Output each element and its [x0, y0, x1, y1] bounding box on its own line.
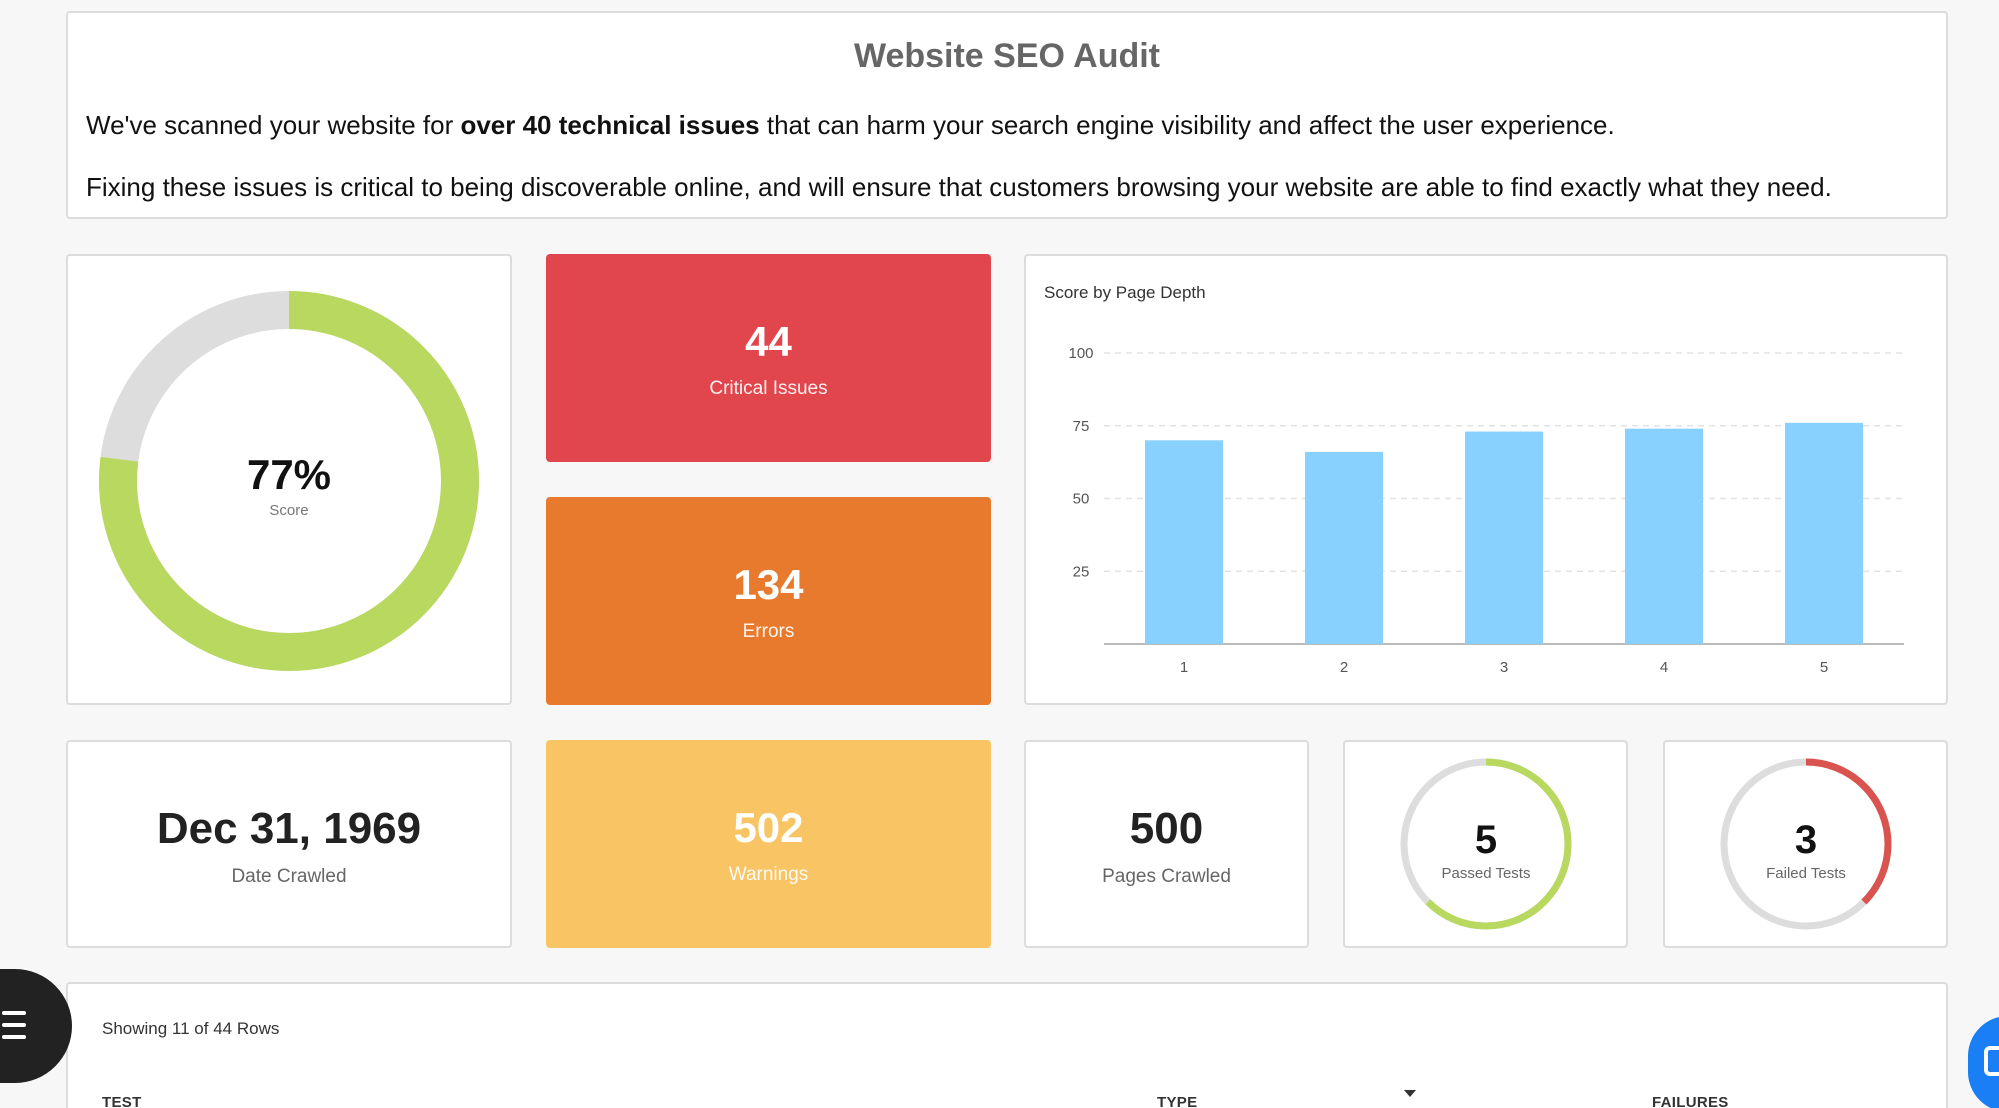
errors-count: 134 — [733, 561, 804, 608]
bar — [1465, 431, 1543, 644]
failed-tests-card[interactable]: 3 Failed Tests — [1663, 740, 1948, 948]
warnings-tile[interactable]: 502 Warnings — [546, 740, 991, 948]
y-tick-label: 50 — [1073, 491, 1090, 508]
column-header-failures[interactable]: FAILURES — [1652, 1094, 1729, 1108]
column-header-test[interactable]: TEST — [102, 1094, 142, 1108]
passed-tests-card[interactable]: 5 Passed Tests — [1343, 740, 1628, 948]
date-crawled-label: Date Crawled — [231, 866, 347, 887]
bar — [1625, 428, 1703, 644]
pages-crawled-value: 500 — [1129, 804, 1204, 853]
bar — [1145, 440, 1223, 644]
failed-tests-ring: 3 Failed Tests — [1720, 758, 1892, 930]
critical-issues-count: 44 — [745, 318, 792, 365]
score-card: 77% Score — [66, 254, 512, 705]
sort-caret-icon[interactable] — [1404, 1090, 1416, 1097]
score-value: 77% — [247, 451, 331, 498]
intro-panel: Website SEO Audit We've scanned your web… — [66, 11, 1948, 219]
chat-icon — [1984, 1046, 1999, 1076]
intro-paragraph-1: We've scanned your website for over 40 t… — [86, 110, 1928, 141]
errors-tile[interactable]: 134 Errors — [546, 497, 991, 705]
menu-button[interactable] — [0, 969, 72, 1083]
passed-tests-value: 5 — [1475, 818, 1497, 862]
results-table-card: Showing 11 of 44 Rows TEST TYPE FAILURES — [66, 982, 1948, 1108]
score-label: Score — [269, 502, 308, 519]
page-title: Website SEO Audit — [853, 37, 1161, 75]
column-header-type[interactable]: TYPE — [1157, 1094, 1197, 1108]
critical-issues-tile[interactable]: 44 Critical Issues — [546, 254, 991, 462]
x-tick-label: 3 — [1500, 659, 1508, 676]
passed-tests-label: Passed Tests — [1442, 865, 1531, 882]
failed-tests-label: Failed Tests — [1766, 865, 1846, 882]
y-tick-label: 100 — [1068, 345, 1093, 362]
failed-tests-value: 3 — [1795, 818, 1817, 862]
intro-text-pre: We've scanned your website for — [86, 110, 461, 140]
critical-issues-label: Critical Issues — [709, 378, 828, 399]
intro-text-post: that can harm your search engine visibil… — [759, 110, 1615, 140]
bar — [1785, 422, 1863, 644]
x-tick-label: 4 — [1660, 659, 1668, 676]
pages-crawled-card: 500 Pages Crawled — [1024, 740, 1309, 948]
passed-tests-ring: 5 Passed Tests — [1400, 758, 1572, 930]
intro-paragraph-2: Fixing these issues is critical to being… — [86, 172, 1832, 202]
date-crawled-value: Dec 31, 1969 — [156, 804, 422, 853]
pages-crawled-label: Pages Crawled — [1102, 866, 1231, 887]
x-tick-label: 1 — [1180, 659, 1188, 676]
y-tick-label: 75 — [1073, 418, 1090, 435]
y-tick-label: 25 — [1073, 563, 1090, 580]
intro-text-bold: over 40 technical issues — [460, 110, 760, 140]
page-depth-bar-chart: 25 50 75 100 1 2 3 4 5 — [1068, 345, 1904, 676]
date-crawled-card: Dec 31, 1969 Date Crawled — [66, 740, 512, 948]
warnings-count: 502 — [733, 804, 804, 851]
warnings-label: Warnings — [728, 864, 809, 885]
rows-count-info: Showing 11 of 44 Rows — [102, 1019, 280, 1038]
x-tick-label: 2 — [1340, 659, 1348, 676]
bar — [1305, 451, 1383, 644]
errors-label: Errors — [742, 621, 795, 642]
chat-button[interactable] — [1968, 1016, 1999, 1108]
seo-audit-page: Website SEO Audit We've scanned your web… — [0, 0, 1999, 1108]
score-donut: 77% Score — [99, 291, 479, 671]
page-depth-chart-card: Score by Page Depth 25 50 75 100 1 2 3 4 5 — [1024, 254, 1948, 705]
x-tick-label: 5 — [1820, 659, 1828, 676]
